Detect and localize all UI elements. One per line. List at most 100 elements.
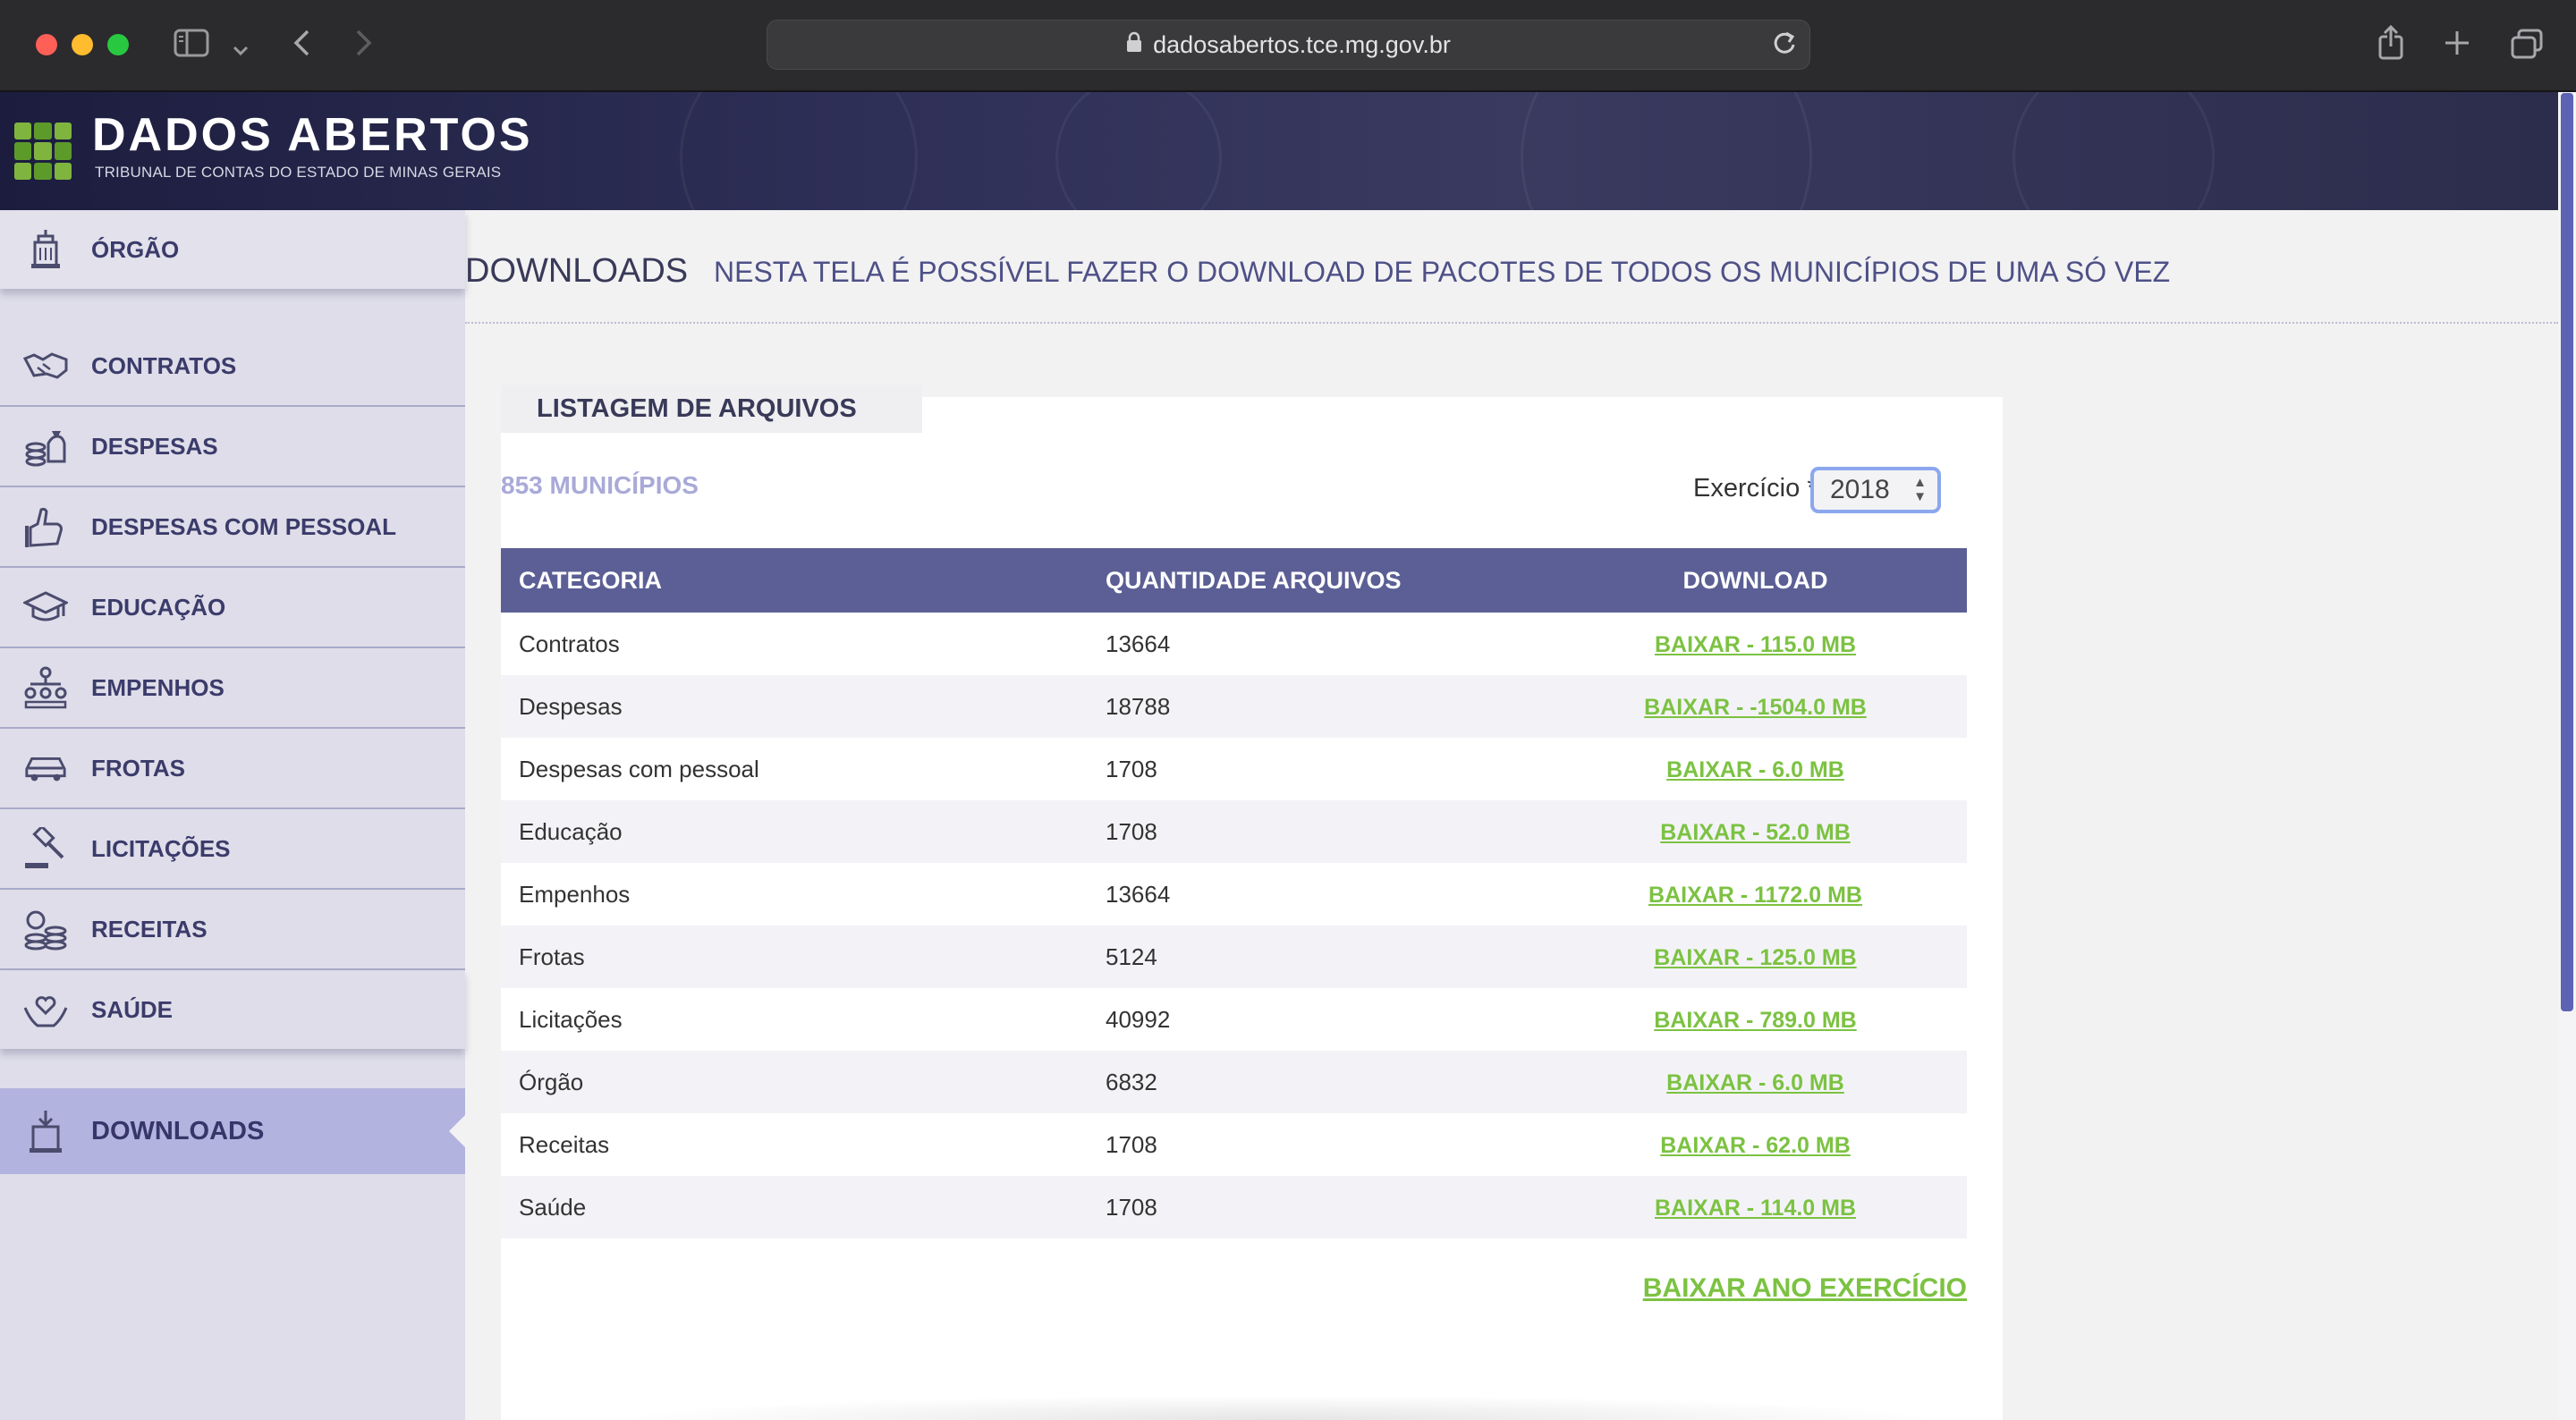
table-row: Despesas com pessoal 1708 BAIXAR - 6.0 M… [501,738,1967,800]
sidebar-item-receitas[interactable]: RECEITAS [0,890,465,968]
table-row: Órgão 6832 BAIXAR - 6.0 MB [501,1051,1967,1113]
coins-icon [23,907,68,951]
site-title[interactable]: DADOS ABERTOS [92,112,533,158]
sidebar-item-despesas-com-pessoal[interactable]: DESPESAS COM PESSOAL [0,487,465,566]
category-cell: Saúde [519,1193,587,1221]
sidebar-item-label: CONTRATOS [91,351,237,379]
category-cell: Empenhos [519,880,631,908]
category-cell: Licitações [519,1005,623,1033]
page-description: NESTA TELA É POSSÍVEL FAZER O DOWNLOAD D… [714,256,2171,288]
sidebar-item-licitacoes[interactable]: LICITAÇÕES [0,809,465,888]
table-header-row: CATEGORIA QUANTIDADE ARQUIVOS DOWNLOAD [501,548,1967,613]
site-header: DADOS ABERTOS TRIBUNAL DE CONTAS DO ESTA… [0,92,2558,210]
download-link[interactable]: BAIXAR - 6.0 MB [1666,757,1844,782]
close-window-button[interactable] [36,34,57,55]
category-cell: Receitas [519,1130,610,1158]
hand-icon [23,504,68,549]
sidebar-nav: ÓRGÃO CONTRATOS DESPESAS DESPESAS COM PE… [0,210,465,1420]
forward-icon[interactable] [354,29,374,63]
sidebar-toggle-icon[interactable] [174,28,209,63]
sidebar-item-label: ÓRGÃO [91,235,180,263]
table-row: Empenhos 13664 BAIXAR - 1172.0 MB [501,863,1967,926]
table-row: Contratos 13664 BAIXAR - 115.0 MB [501,613,1967,675]
sidebar-item-label: DESPESAS [91,432,218,460]
count-cell: 1708 [1106,755,1157,782]
zoom-window-button[interactable] [107,34,129,55]
sidebar-item-label: RECEITAS [91,915,208,942]
table-row: Licitações 40992 BAIXAR - 789.0 MB [501,988,1967,1051]
graduation-cap-icon [23,585,68,630]
car-icon [23,746,68,790]
table-row: Despesas 18788 BAIXAR - -1504.0 MB [501,675,1967,738]
year-select[interactable]: 2018 ▲ ▼ [1810,467,1941,513]
chevron-down-icon[interactable] [233,32,249,63]
download-link[interactable]: BAIXAR - 114.0 MB [1655,1196,1856,1221]
count-cell: 6832 [1106,1068,1157,1095]
scrollbar-thumb[interactable] [2561,93,2573,1011]
category-cell: Despesas com pessoal [519,755,759,782]
gavel-icon [23,826,68,871]
sidebar-item-label: EMPENHOS [91,673,225,701]
download-link[interactable]: BAIXAR - 62.0 MB [1660,1133,1851,1158]
reload-icon[interactable] [1772,30,1797,63]
column-header: DOWNLOAD [1682,566,1828,594]
address-bar[interactable]: dadosabertos.tce.mg.gov.br [767,20,1810,70]
download-link[interactable]: BAIXAR - -1504.0 MB [1644,695,1867,720]
sidebar-item-orgao[interactable]: ÓRGÃO [0,210,465,289]
card-title: LISTAGEM DE ARQUIVOS [501,385,922,433]
count-cell: 1708 [1106,1130,1157,1158]
org-chart-icon [23,665,68,710]
download-link[interactable]: BAIXAR - 52.0 MB [1660,820,1851,845]
sidebar-item-frotas[interactable]: FROTAS [0,729,465,807]
count-cell: 18788 [1106,692,1171,720]
tab-overview-icon[interactable] [2510,28,2544,65]
minimize-window-button[interactable] [72,34,93,55]
lock-icon [1126,31,1142,58]
table-row: Receitas 1708 BAIXAR - 62.0 MB [501,1113,1967,1176]
share-icon[interactable] [2377,24,2404,66]
sidebar-item-label: FROTAS [91,754,185,782]
sidebar-item-label: SAÚDE [91,995,174,1023]
url-text: dadosabertos.tce.mg.gov.br [1153,30,1451,58]
download-link[interactable]: BAIXAR - 6.0 MB [1666,1070,1844,1095]
back-icon[interactable] [292,29,311,63]
site-subtitle: TRIBUNAL DE CONTAS DO ESTADO DE MINAS GE… [95,164,502,181]
handshake-icon [23,343,68,388]
count-cell: 13664 [1106,630,1171,657]
heart-hands-icon [23,987,68,1032]
download-year-link[interactable]: BAIXAR ANO EXERCÍCIO [1643,1273,1967,1304]
download-link[interactable]: BAIXAR - 1172.0 MB [1648,883,1862,908]
category-cell: Frotas [519,942,585,970]
download-link[interactable]: BAIXAR - 125.0 MB [1654,945,1856,970]
browser-toolbar: dadosabertos.tce.mg.gov.br [0,0,2576,92]
sidebar-item-downloads[interactable]: DOWNLOADS [0,1088,465,1174]
select-arrows-icon: ▲ ▼ [1913,475,1927,504]
exercicio-label: Exercício * [1693,474,1818,503]
sidebar-item-empenhos[interactable]: EMPENHOS [0,648,465,727]
building-icon [23,227,68,272]
category-cell: Contratos [519,630,620,657]
sidebar-item-contratos[interactable]: CONTRATOS [0,326,465,405]
cube-logo-icon[interactable] [14,123,72,180]
page-title: DOWNLOADS [465,252,689,290]
sidebar-item-label: DESPESAS COM PESSOAL [91,512,396,540]
downloads-table: CATEGORIA QUANTIDADE ARQUIVOS DOWNLOAD C… [501,548,1967,1238]
municipality-count: 853 MUNICÍPIOS [501,471,699,499]
download-link[interactable]: BAIXAR - 789.0 MB [1654,1008,1856,1033]
count-cell: 1708 [1106,817,1157,845]
sidebar-item-label: DOWNLOADS [91,1116,265,1145]
table-row: Saúde 1708 BAIXAR - 114.0 MB [501,1176,1967,1238]
divider [465,322,2558,324]
count-cell: 40992 [1106,1005,1171,1033]
table-row: Frotas 5124 BAIXAR - 125.0 MB [501,926,1967,988]
category-cell: Despesas [519,692,623,720]
table-row: Educação 1708 BAIXAR - 52.0 MB [501,800,1967,863]
new-tab-icon[interactable] [2444,30,2470,62]
sidebar-item-saude[interactable]: SAÚDE [0,970,465,1049]
sidebar-item-despesas[interactable]: DESPESAS [0,407,465,486]
count-cell: 13664 [1106,880,1171,908]
download-link[interactable]: BAIXAR - 115.0 MB [1655,632,1856,657]
sidebar-item-educacao[interactable]: EDUCAÇÃO [0,568,465,647]
count-cell: 5124 [1106,942,1157,970]
category-cell: Educação [519,817,623,845]
